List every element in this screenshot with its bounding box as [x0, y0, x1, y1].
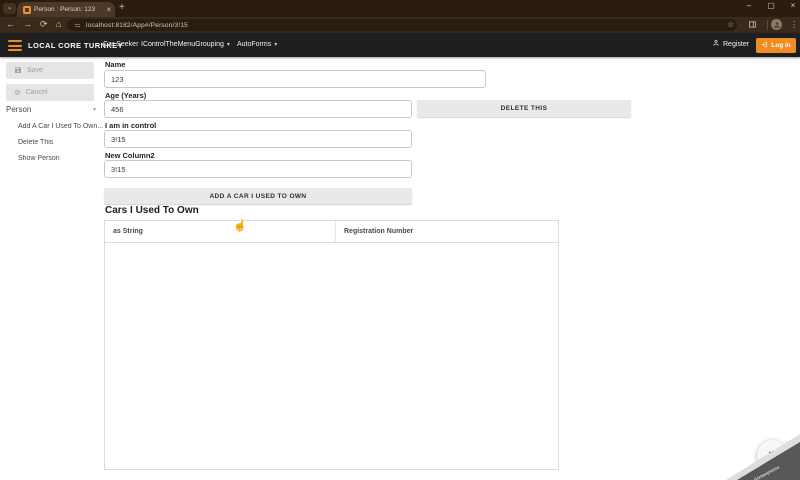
new-column2-input[interactable] [104, 160, 412, 178]
cars-table: as String Registration Number [104, 220, 559, 470]
delete-this-button[interactable]: DELETE THIS [417, 100, 631, 117]
person-icon [712, 39, 720, 49]
tab-title: Person : Person: 123 [34, 6, 103, 13]
login-icon [761, 41, 768, 50]
register-button[interactable]: Register [712, 39, 749, 49]
sidebar-item-show-person[interactable]: Show Person [18, 155, 103, 162]
age-field-label: Age (Years) [105, 91, 146, 100]
chevron-down-icon: ▾ [93, 106, 96, 113]
cancel-button[interactable]: ⊘ Cancel [6, 84, 94, 101]
i-am-in-control-field-label: I am in control [105, 121, 156, 130]
reload-icon[interactable]: ⟳ [40, 19, 48, 30]
chevron-down-icon: ▾ [274, 42, 277, 48]
site-info-icon[interactable] [74, 22, 81, 29]
app-header: LOCAL CORE TURNKEY Car Seeker IControlTh… [0, 33, 800, 57]
address-bar[interactable]: localhost:8182/App#/Person/3!15 [67, 19, 737, 31]
nav-item-autoforms[interactable]: AutoForms▾ [237, 41, 277, 48]
browser-menu-icon[interactable]: ⋮ [790, 20, 798, 29]
new-tab-button[interactable]: + [119, 2, 125, 13]
cars-table-title: Cars I Used To Own [105, 205, 199, 216]
profile-avatar[interactable] [771, 19, 782, 30]
window-minimize-button[interactable]: – [742, 1, 756, 10]
browser-tabstrip: ⌄ Person : Person: 123 × + – ▢ × [0, 0, 800, 17]
url-text: localhost:8182/App#/Person/3!15 [86, 22, 188, 29]
tab-favicon-icon [23, 6, 31, 14]
forward-icon[interactable]: → [23, 19, 32, 29]
toolbar-separator [767, 20, 768, 30]
side-panel-icon[interactable] [748, 20, 757, 29]
add-a-car-button[interactable]: ADD A CAR I USED TO OWN [104, 188, 412, 204]
tab-close-icon[interactable]: × [106, 5, 111, 14]
register-label: Register [723, 41, 749, 48]
cars-table-header: as String Registration Number [105, 221, 558, 243]
screen: ⌄ Person : Person: 123 × + – ▢ × ← → ⟳ ⌂… [0, 0, 800, 480]
i-am-in-control-input[interactable] [104, 130, 412, 148]
column-header-as-string[interactable]: as String [105, 221, 335, 242]
save-icon [14, 66, 22, 76]
tab-search-icon[interactable]: ⌄ [3, 3, 16, 14]
save-label: Save [27, 67, 43, 74]
name-field-label: Name [105, 60, 125, 69]
name-input[interactable] [104, 70, 486, 88]
bookmark-star-icon[interactable]: ☆ [727, 20, 734, 29]
chevron-down-icon: ▾ [227, 42, 230, 48]
age-input[interactable] [104, 100, 412, 118]
nav-item-icontrolthemenugrouping[interactable]: IControlTheMenuGrouping▾ [141, 41, 230, 48]
new-column2-field-label: New Column2 [105, 151, 155, 160]
sidebar-item-add-a-car[interactable]: Add A Car I Used To Own... [18, 123, 103, 130]
save-button[interactable]: Save [6, 62, 94, 79]
window-close-button[interactable]: × [786, 1, 800, 10]
column-header-registration-number[interactable]: Registration Number [335, 221, 558, 242]
hamburger-menu-icon[interactable] [8, 40, 22, 51]
sidebar-group-label: Person [6, 105, 31, 114]
back-icon[interactable]: ← [6, 19, 15, 29]
home-icon[interactable]: ⌂ [56, 19, 61, 29]
mouse-cursor-pointer-icon: ☝ [233, 219, 247, 232]
window-maximize-button[interactable]: ▢ [764, 1, 778, 10]
login-button[interactable]: Log in [756, 38, 796, 53]
cancel-label: Cancel [26, 89, 48, 96]
browser-toolbar: ← → ⟳ ⌂ localhost:8182/App#/Person/3!15 … [0, 17, 800, 33]
login-label: Log in [771, 42, 791, 49]
sidebar-group-person[interactable]: Person ▾ [6, 105, 96, 114]
sidebar-item-delete-this[interactable]: Delete This [18, 139, 103, 146]
browser-tab[interactable]: Person : Person: 123 × [17, 2, 115, 17]
nav-item-car-seeker[interactable]: Car Seeker [103, 41, 141, 48]
cancel-icon: ⊘ [14, 88, 21, 97]
